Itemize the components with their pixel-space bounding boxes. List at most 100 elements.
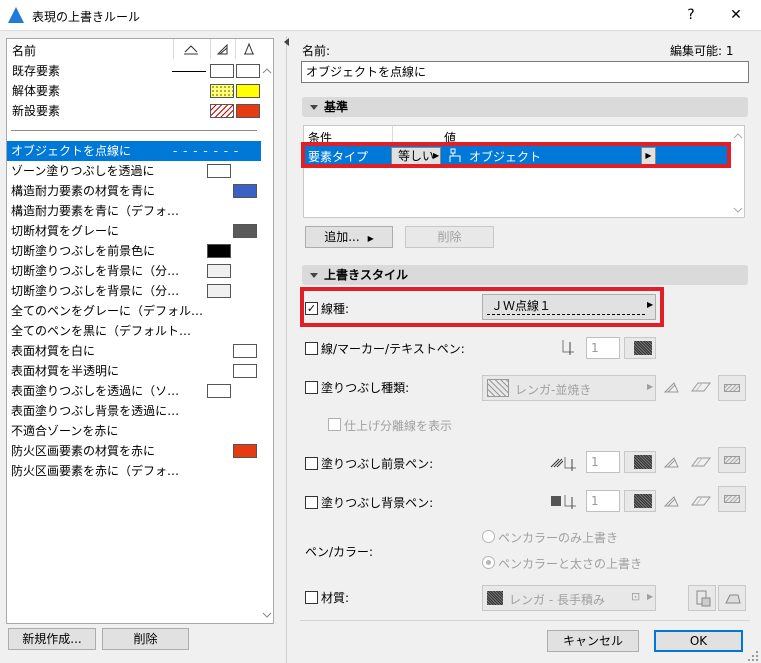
rule-label: 構造耐力要素を青に（デフォ… bbox=[11, 204, 180, 218]
rules-list-panel[interactable]: 名前 既存要素 解体要素 新設要素 オブジェクトを点線に - - - - - -… bbox=[6, 38, 274, 624]
fill-swatch bbox=[210, 104, 234, 118]
line-pen-checkbox[interactable] bbox=[305, 342, 318, 355]
material-value: レンガ - 長手積み bbox=[509, 593, 605, 607]
category-existing[interactable]: 既存要素 bbox=[12, 61, 262, 81]
line-pen-label: 線/マーカー/テキストペン: bbox=[321, 342, 465, 356]
fill-bg-extra-button[interactable] bbox=[718, 486, 746, 512]
material-checkbox[interactable] bbox=[305, 591, 318, 604]
fill-swatch-icon bbox=[724, 456, 740, 464]
header-separator bbox=[235, 39, 236, 59]
radio-color-weight[interactable] bbox=[482, 556, 495, 569]
fill-orientation-icon[interactable] bbox=[662, 493, 682, 509]
fill-bg-checkbox[interactable] bbox=[305, 496, 318, 509]
fill-bg-label: 塗りつぶし背景ペン: bbox=[321, 496, 434, 510]
material-settings-icon bbox=[725, 594, 741, 604]
rule-item[interactable]: 表面材質を半透明に bbox=[11, 361, 119, 381]
rule-item[interactable]: 構造耐力要素の材質を青に bbox=[11, 181, 155, 201]
delete-rule-button[interactable]: 削除 bbox=[102, 628, 189, 650]
new-rule-button[interactable]: 新規作成... bbox=[8, 628, 96, 650]
rule-item[interactable]: 切断塗りつぶしを背景に（分… bbox=[11, 281, 179, 301]
close-button[interactable]: ✕ bbox=[716, 0, 756, 31]
fill-bg-pen-picker[interactable] bbox=[624, 490, 656, 512]
fill-type-checkbox[interactable] bbox=[305, 381, 318, 394]
fill-type-dropdown[interactable]: レンガ-並焼き ▶ bbox=[482, 375, 656, 401]
finish-separator-checkbox[interactable] bbox=[328, 418, 341, 431]
fill-extra-button[interactable] bbox=[718, 375, 746, 401]
material-dropdown[interactable]: レンガ - 長手積み ⊡ ▶ bbox=[482, 585, 656, 611]
rule-item[interactable]: 全てのペンをグレーに（デフォル… bbox=[11, 301, 203, 321]
scroll-up-icon[interactable] bbox=[262, 67, 272, 75]
fill-distortion-icon[interactable] bbox=[690, 379, 712, 395]
highlight-box bbox=[301, 142, 731, 168]
radio-dot bbox=[486, 560, 491, 565]
rule-item[interactable]: 防火区画要素の材質を赤に bbox=[11, 441, 155, 461]
rule-swatch bbox=[233, 184, 257, 198]
fill-bg-pen-input[interactable]: 1 bbox=[586, 490, 620, 512]
fill-distortion-icon[interactable] bbox=[690, 454, 712, 470]
collapse-left-icon[interactable] bbox=[283, 38, 290, 46]
rule-item[interactable]: 構造耐力要素を青に（デフォ… bbox=[11, 201, 179, 221]
fill-fg-checkbox[interactable] bbox=[305, 457, 318, 470]
rule-item[interactable]: 不適合ゾーンを赤に bbox=[11, 421, 118, 441]
scroll-down-icon[interactable] bbox=[733, 206, 743, 214]
list-header: 名前 bbox=[7, 39, 273, 59]
material-swatch bbox=[236, 104, 260, 118]
rule-item[interactable]: 切断塗りつぶしを背景に（分… bbox=[11, 261, 179, 281]
rule-item[interactable]: 切断塗りつぶしを前景色に bbox=[11, 241, 155, 261]
rule-swatch bbox=[207, 164, 231, 178]
rule-label: 防火区画要素を赤に（デフォ… bbox=[11, 464, 180, 478]
fill-orientation-icon[interactable] bbox=[662, 454, 682, 470]
radio-color-weight-label: ペンカラーと太さの上書き bbox=[498, 557, 643, 571]
resize-grip-icon[interactable] bbox=[747, 650, 759, 662]
rule-label: 全てのペンを黒に（デフォルト… bbox=[11, 324, 192, 338]
rule-item[interactable]: 表面塗りつぶしを透過に（ソ… bbox=[11, 381, 179, 401]
criteria-section-header[interactable]: 基準 bbox=[302, 97, 748, 117]
header-separator bbox=[210, 39, 211, 59]
scroll-down-icon[interactable] bbox=[262, 611, 272, 619]
list-divider bbox=[11, 130, 257, 131]
rule-name-input[interactable]: オブジェクトを点線に bbox=[301, 61, 749, 83]
fill-orientation-icon[interactable] bbox=[662, 379, 682, 395]
help-button[interactable]: ? bbox=[671, 0, 711, 31]
rule-item[interactable]: ゾーン塗りつぶしを透過に bbox=[11, 161, 155, 181]
fill-fg-extra-button[interactable] bbox=[718, 447, 746, 473]
category-new[interactable]: 新設要素 bbox=[12, 101, 262, 121]
rule-item-selected[interactable]: オブジェクトを点線に - - - - - - - bbox=[7, 141, 261, 161]
dropdown-arrow-icon: ▶ bbox=[647, 382, 654, 391]
ok-button[interactable]: OK bbox=[654, 630, 743, 652]
rule-item[interactable]: 防火区画要素を赤に（デフォ… bbox=[11, 461, 179, 481]
rule-item[interactable]: 全てのペンを黒に（デフォルト… bbox=[11, 321, 191, 341]
editable-count: 編集可能: 1 bbox=[670, 44, 734, 58]
radio-color-only[interactable] bbox=[482, 530, 495, 543]
panel-splitter[interactable] bbox=[286, 36, 287, 663]
scroll-up-icon[interactable] bbox=[733, 132, 743, 140]
rule-item[interactable]: 表面材質を白に bbox=[11, 341, 95, 361]
add-criteria-button[interactable]: 追加... ▶ bbox=[305, 226, 393, 248]
material-texture-button[interactable] bbox=[688, 585, 716, 611]
fill-swatch-icon bbox=[724, 495, 740, 503]
fill-fg-pen-input[interactable]: 1 bbox=[586, 451, 620, 473]
material-settings-button[interactable] bbox=[718, 585, 746, 611]
style-section-header[interactable]: 上書きスタイル bbox=[302, 265, 748, 285]
line-pen-input[interactable]: 1 bbox=[586, 337, 620, 359]
rule-item[interactable]: 切断材質をグレーに bbox=[11, 221, 119, 241]
cancel-button[interactable]: キャンセル bbox=[547, 630, 639, 652]
rule-item[interactable]: 表面塗りつぶし背景を透過に… bbox=[11, 401, 179, 421]
fill-distortion-icon[interactable] bbox=[690, 493, 712, 509]
rule-label: 構造耐力要素の材質を青に bbox=[11, 184, 156, 198]
fill-fg-pen-picker[interactable] bbox=[624, 451, 656, 473]
delete-criteria-button[interactable]: 削除 bbox=[405, 226, 494, 248]
rule-label: 切断塗りつぶしを前景色に bbox=[11, 244, 156, 258]
category-demolition[interactable]: 解体要素 bbox=[12, 81, 262, 101]
rule-swatch bbox=[233, 444, 257, 458]
material-swatch-icon bbox=[487, 591, 503, 605]
app-icon bbox=[8, 7, 24, 23]
pen-color-swatch bbox=[634, 494, 652, 508]
line-pen-picker[interactable] bbox=[624, 337, 656, 359]
finish-separator-label: 仕上げ分離線を表示 bbox=[344, 419, 453, 433]
material-swatch bbox=[236, 64, 260, 78]
pen-color-swatch bbox=[634, 341, 652, 355]
rule-swatch bbox=[207, 244, 231, 258]
rule-label: ゾーン塗りつぶしを透過に bbox=[11, 164, 155, 178]
dropdown-arrow-icon: ▶ bbox=[647, 592, 654, 601]
